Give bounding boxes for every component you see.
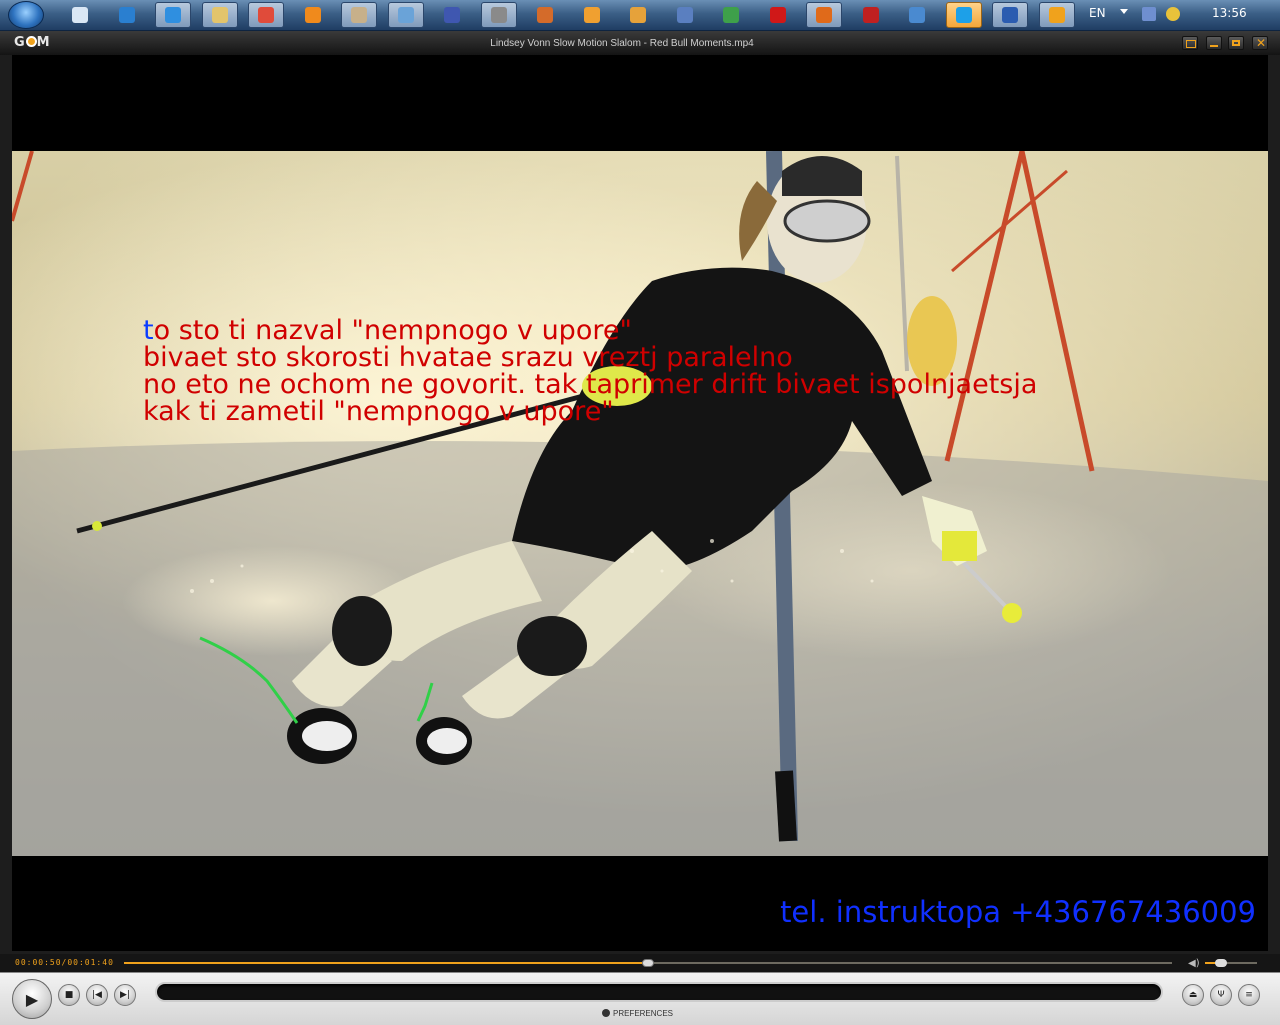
taskbar-gom-player-button[interactable] bbox=[1039, 2, 1075, 28]
control-panel-button[interactable]: Ψ bbox=[1210, 984, 1232, 1006]
app-9-icon bbox=[444, 7, 460, 23]
taskbar-word-button[interactable] bbox=[992, 2, 1028, 28]
taskbar-skype-button[interactable] bbox=[946, 2, 982, 28]
stop-button[interactable]: ■ bbox=[58, 984, 80, 1006]
chrome-icon bbox=[258, 7, 274, 23]
subtitle-line-4: kak ti zametil "nempnogo v upore" bbox=[143, 396, 614, 427]
volume-slider[interactable] bbox=[1205, 959, 1257, 967]
internet-explorer-icon bbox=[165, 7, 181, 23]
subtitle-line-2: bivaet sto skorosti hvatae srazu vreztj … bbox=[143, 342, 793, 373]
vlc-icon bbox=[305, 7, 321, 23]
taskbar-vlc-button[interactable] bbox=[295, 2, 331, 28]
preferences-link[interactable]: PREFERENCES bbox=[0, 1009, 1275, 1018]
opera-icon bbox=[770, 7, 786, 23]
notepad-icon bbox=[72, 7, 88, 23]
seek-bar-fill bbox=[124, 962, 648, 964]
taskbar-app-14-button[interactable] bbox=[667, 2, 703, 28]
volume-handle[interactable] bbox=[1214, 959, 1227, 967]
app-14-icon bbox=[677, 7, 693, 23]
taskbar-app-7-button[interactable] bbox=[341, 2, 377, 28]
subtitle-line-1: to sto ti nazval "nempnogo v upore" bbox=[143, 317, 632, 345]
previous-button[interactable]: |◀ bbox=[86, 984, 108, 1006]
app-8-icon bbox=[398, 7, 414, 23]
control-bar: ▶ ■ |◀ ▶| ⏏ Ψ ≡ PREFERENCES bbox=[0, 972, 1280, 1025]
language-menu-icon[interactable] bbox=[1120, 9, 1128, 14]
taskbar-notepad-button[interactable] bbox=[62, 2, 98, 28]
language-indicator[interactable]: EN bbox=[1089, 6, 1106, 20]
explorer-icon bbox=[212, 7, 228, 23]
taskbar-filezilla-button[interactable] bbox=[853, 2, 889, 28]
open-file-button[interactable]: ⏏ bbox=[1182, 984, 1204, 1006]
taskbar-firefox-button[interactable] bbox=[806, 2, 842, 28]
filezilla-icon bbox=[863, 7, 879, 23]
taskbar-app-8-button[interactable] bbox=[388, 2, 424, 28]
taskbar-media-player-button[interactable] bbox=[574, 2, 610, 28]
clock[interactable]: 13:56 bbox=[1212, 6, 1247, 20]
volume-icon[interactable]: ◀) bbox=[1188, 958, 1200, 969]
skier-scene-image bbox=[12, 151, 1268, 856]
taskbar-app-10-button[interactable] bbox=[481, 2, 517, 28]
app-15-icon bbox=[723, 7, 739, 23]
gom-player-window: GM Lindsey Vonn Slow Motion Slalom - Red… bbox=[0, 31, 1280, 1025]
start-button[interactable] bbox=[8, 1, 44, 29]
word-icon bbox=[1002, 7, 1018, 23]
menu-button[interactable]: ≡ bbox=[1238, 984, 1260, 1006]
app-10-icon bbox=[491, 7, 507, 23]
next-icon: ▶| bbox=[120, 990, 130, 1000]
menu-icon: ≡ bbox=[1245, 990, 1253, 1000]
taskbar-app-13-button[interactable] bbox=[620, 2, 656, 28]
equalizer-icon: Ψ bbox=[1217, 990, 1225, 1000]
skype-icon bbox=[956, 7, 972, 23]
taskbar-app-19-button[interactable] bbox=[899, 2, 935, 28]
taskbar-opera-button[interactable] bbox=[760, 2, 796, 28]
taskbar-app-15-button[interactable] bbox=[713, 2, 749, 28]
seek-row: 00:00:50/00:01:40 ◀) bbox=[0, 954, 1280, 972]
window-title: Lindsey Vonn Slow Motion Slalom - Red Bu… bbox=[490, 38, 754, 49]
taskbar: EN 13:56 bbox=[0, 0, 1280, 31]
firefox-icon bbox=[816, 7, 832, 23]
tray-network-icon[interactable] bbox=[1142, 7, 1156, 21]
skin-menu-button[interactable] bbox=[1182, 36, 1198, 50]
taskbar-app-11-button[interactable] bbox=[527, 2, 563, 28]
instructor-phone-caption: tel. instruktopa +436767436009 bbox=[780, 895, 1256, 929]
next-button[interactable]: ▶| bbox=[114, 984, 136, 1006]
playlist-bar[interactable] bbox=[155, 982, 1163, 1002]
app-7-icon bbox=[351, 7, 367, 23]
taskbar-internet-explorer-button[interactable] bbox=[155, 2, 191, 28]
taskbar-windows-live-button[interactable] bbox=[109, 2, 145, 28]
tray-app-icon[interactable] bbox=[1166, 7, 1180, 21]
preferences-label: PREFERENCES bbox=[612, 1009, 673, 1018]
taskbar-explorer-button[interactable] bbox=[202, 2, 238, 28]
preferences-icon bbox=[601, 1009, 610, 1017]
taskbar-chrome-button[interactable] bbox=[248, 2, 284, 28]
play-icon: ▶ bbox=[25, 989, 39, 1009]
close-button[interactable]: ✕ bbox=[1252, 36, 1268, 50]
maximize-button[interactable] bbox=[1228, 36, 1244, 50]
windows-live-icon bbox=[119, 7, 135, 23]
taskbar-app-9-button[interactable] bbox=[434, 2, 470, 28]
seek-bar[interactable] bbox=[124, 959, 1172, 967]
media-player-icon bbox=[584, 7, 600, 23]
eject-icon: ⏏ bbox=[1188, 990, 1198, 1000]
video-frame: to sto ti nazval "nempnogo v upore" biva… bbox=[12, 151, 1268, 856]
subtitle-line-3: no eto ne ochom ne govorit. tak taprimer… bbox=[143, 369, 1038, 400]
minimize-button[interactable] bbox=[1206, 36, 1222, 50]
time-display[interactable]: 00:00:50/00:01:40 bbox=[15, 958, 114, 967]
app-13-icon bbox=[630, 7, 646, 23]
stop-icon: ■ bbox=[64, 990, 74, 1000]
title-bar[interactable]: GM Lindsey Vonn Slow Motion Slalom - Red… bbox=[0, 31, 1280, 55]
app-11-icon bbox=[537, 7, 553, 23]
gom-player-icon bbox=[1049, 7, 1065, 23]
previous-icon: |◀ bbox=[92, 990, 102, 1000]
seek-handle[interactable] bbox=[642, 959, 654, 967]
video-area[interactable]: to sto ti nazval "nempnogo v upore" biva… bbox=[12, 55, 1268, 951]
app-19-icon bbox=[909, 7, 925, 23]
